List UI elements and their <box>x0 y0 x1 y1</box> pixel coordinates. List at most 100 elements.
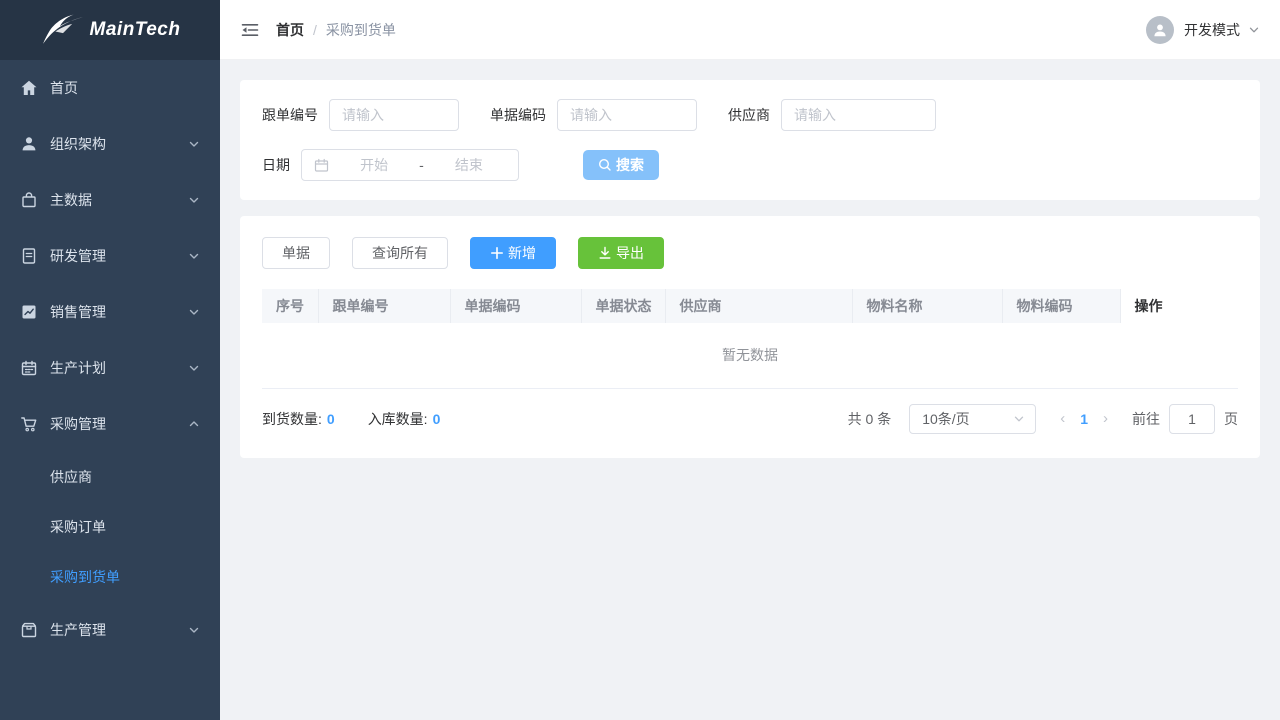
search-icon <box>598 158 612 172</box>
supplier-input[interactable] <box>781 99 936 131</box>
goto-page-input[interactable] <box>1169 404 1215 434</box>
search-button[interactable]: 搜索 <box>583 150 659 180</box>
col-tracking-no: 跟单编号 <box>318 289 450 323</box>
sidebar-item-label: 销售管理 <box>50 302 188 322</box>
export-button-label: 导出 <box>616 243 644 263</box>
filter-label: 跟单编号 <box>262 105 318 125</box>
date-start-placeholder[interactable]: 开始 <box>333 155 415 175</box>
chevron-down-icon <box>188 306 200 318</box>
pagination: 共 0 条 10条/页 ‹ 1 › 前往 页 <box>848 404 1238 434</box>
current-page[interactable]: 1 <box>1071 411 1097 427</box>
date-end-placeholder[interactable]: 结束 <box>428 155 510 175</box>
app-logo: MainTech <box>0 0 220 60</box>
breadcrumb-separator: / <box>313 22 317 38</box>
sidebar-subitem-label: 采购到货单 <box>50 567 120 587</box>
data-table: 序号 跟单编号 单据编码 单据状态 供应商 物料名称 物料编码 操作 暂无数据 <box>262 289 1238 389</box>
chevron-down-icon <box>1248 24 1260 36</box>
sidebar-item-label: 研发管理 <box>50 246 188 266</box>
sidebar-item-label: 组织架构 <box>50 134 188 154</box>
sidebar-item-rnd[interactable]: 研发管理 <box>0 228 220 284</box>
sidebar-item-purchase-arrival[interactable]: 采购到货单 <box>0 552 220 602</box>
prev-page-button[interactable]: ‹ <box>1054 410 1071 427</box>
download-icon <box>598 246 612 260</box>
export-button[interactable]: 导出 <box>578 237 664 269</box>
user-menu[interactable]: 开发模式 <box>1146 16 1260 44</box>
sidebar-item-label: 生产计划 <box>50 358 188 378</box>
table-panel: 单据 查询所有 新增 导出 <box>240 216 1260 458</box>
chevron-down-icon <box>188 624 200 636</box>
col-supplier: 供应商 <box>665 289 852 323</box>
user-mode-label: 开发模式 <box>1184 20 1240 40</box>
chevron-down-icon <box>1013 413 1025 425</box>
topbar: 首页 / 采购到货单 开发模式 <box>220 0 1280 60</box>
col-material-code: 物料编码 <box>1002 289 1120 323</box>
add-button-label: 新增 <box>508 243 536 263</box>
sidebar-item-label: 首页 <box>50 78 200 98</box>
empty-placeholder: 暂无数据 <box>262 323 1238 388</box>
calendar-icon <box>20 359 38 377</box>
chevron-down-icon <box>188 362 200 374</box>
logo-swoosh-icon <box>40 13 86 47</box>
sidebar-item-purchase[interactable]: 采购管理 <box>0 396 220 452</box>
page-size-value: 10条/页 <box>922 409 1013 429</box>
next-page-button[interactable]: › <box>1097 410 1114 427</box>
table-footer: 到货数量: 0 入库数量: 0 共 0 条 10条/页 ‹ <box>262 404 1238 434</box>
cart-icon <box>20 415 38 433</box>
filter-label: 日期 <box>262 155 290 175</box>
plus-icon <box>490 246 504 260</box>
toolbar: 单据 查询所有 新增 导出 <box>262 237 1238 269</box>
breadcrumb-home[interactable]: 首页 <box>276 20 304 40</box>
sidebar-item-production-mgmt[interactable]: 生产管理 <box>0 602 220 658</box>
col-material-name: 物料名称 <box>852 289 1002 323</box>
chevron-up-icon <box>188 418 200 430</box>
sidebar-item-purchase-order[interactable]: 采购订单 <box>0 502 220 552</box>
sidebar-item-org[interactable]: 组织架构 <box>0 116 220 172</box>
col-seq: 序号 <box>262 289 318 323</box>
inbound-qty-value: 0 <box>433 411 441 427</box>
doc-button[interactable]: 单据 <box>262 237 330 269</box>
chevron-down-icon <box>188 194 200 206</box>
filter-field-tracking-no: 跟单编号 <box>262 99 459 131</box>
sidebar-item-production-plan[interactable]: 生产计划 <box>0 340 220 396</box>
arrival-qty-label: 到货数量: <box>262 409 322 429</box>
query-all-button[interactable]: 查询所有 <box>352 237 448 269</box>
col-doc-code: 单据编码 <box>450 289 581 323</box>
sidebar-item-label: 生产管理 <box>50 620 188 640</box>
arrival-qty: 到货数量: 0 <box>262 409 335 429</box>
sidebar-item-label: 主数据 <box>50 190 188 210</box>
filter-label: 供应商 <box>728 105 770 125</box>
query-all-button-label: 查询所有 <box>372 243 428 263</box>
sidebar: MainTech 首页 组织架构 主数据 <box>0 0 220 720</box>
doc-button-label: 单据 <box>282 243 310 263</box>
table-empty-row: 暂无数据 <box>262 323 1238 388</box>
goto-label: 前往 <box>1132 409 1160 429</box>
filter-label: 单据编码 <box>490 105 546 125</box>
sidebar-item-supplier[interactable]: 供应商 <box>0 452 220 502</box>
col-actions: 操作 <box>1120 289 1238 323</box>
avatar <box>1146 16 1174 44</box>
filter-panel: 跟单编号 单据编码 供应商 日期 <box>240 80 1260 200</box>
table-header-row: 序号 跟单编号 单据编码 单据状态 供应商 物料名称 物料编码 操作 <box>262 289 1238 323</box>
inbound-qty: 入库数量: 0 <box>368 409 441 429</box>
chevron-down-icon <box>188 250 200 262</box>
date-separator: - <box>415 157 428 173</box>
add-button[interactable]: 新增 <box>470 237 556 269</box>
main-content: 跟单编号 单据编码 供应商 日期 <box>220 60 1280 720</box>
sidebar-menu: 首页 组织架构 主数据 研发管理 <box>0 60 220 658</box>
sidebar-item-home[interactable]: 首页 <box>0 60 220 116</box>
page-size-select[interactable]: 10条/页 <box>909 404 1036 434</box>
inbound-qty-label: 入库数量: <box>368 409 428 429</box>
logo-text: MainTech <box>90 19 181 41</box>
sidebar-item-master-data[interactable]: 主数据 <box>0 172 220 228</box>
doc-code-input[interactable] <box>557 99 697 131</box>
sidebar-item-sales[interactable]: 销售管理 <box>0 284 220 340</box>
sidebar-fold-icon[interactable] <box>240 20 260 40</box>
sidebar-subitem-label: 供应商 <box>50 467 92 487</box>
document-icon <box>20 247 38 265</box>
chevron-down-icon <box>188 138 200 150</box>
date-range-picker[interactable]: 开始 - 结束 <box>301 149 519 181</box>
home-icon <box>20 79 38 97</box>
bag-icon <box>20 191 38 209</box>
tracking-no-input[interactable] <box>329 99 459 131</box>
search-button-label: 搜索 <box>616 155 644 175</box>
